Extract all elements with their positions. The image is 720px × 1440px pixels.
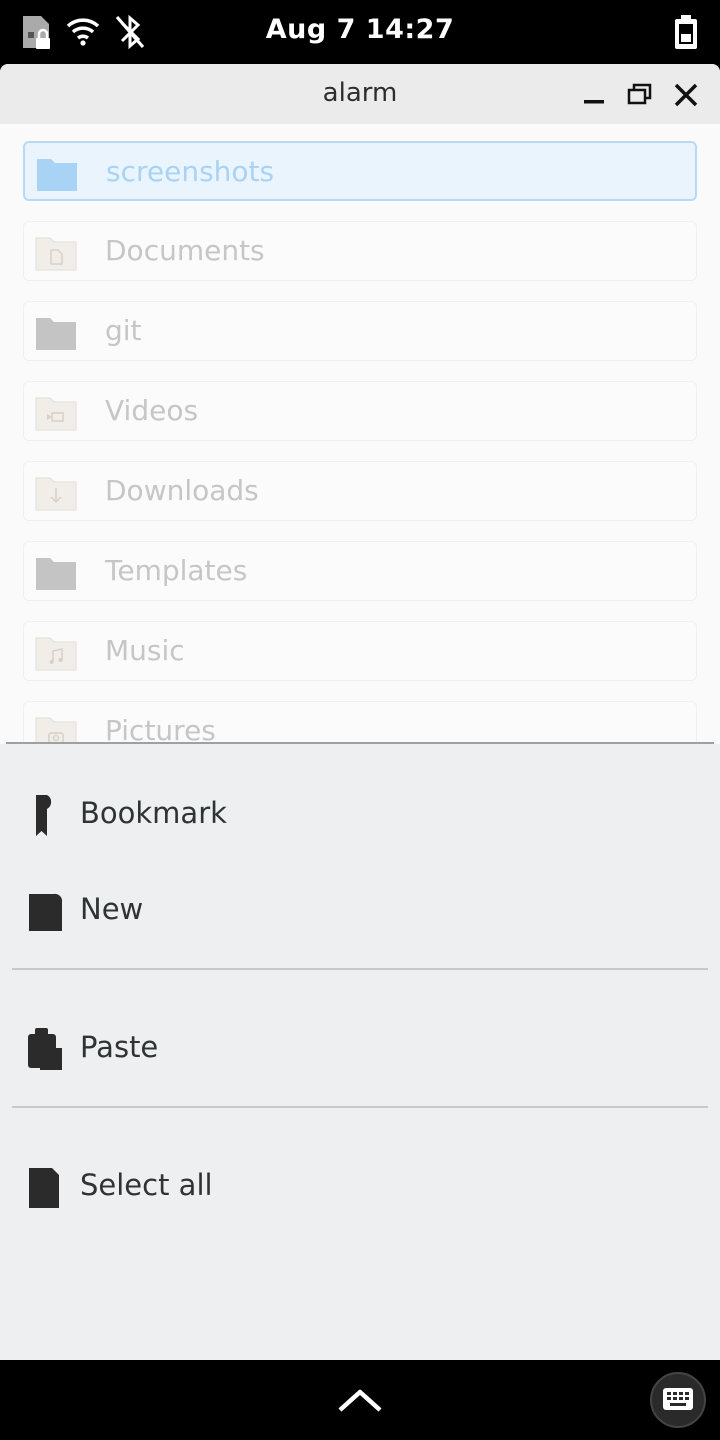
folder-label: screenshots bbox=[106, 155, 275, 188]
menu-separator bbox=[12, 968, 708, 970]
folder-icon bbox=[35, 153, 79, 193]
list-item-videos[interactable]: Videos bbox=[23, 381, 697, 441]
minimize-icon[interactable] bbox=[579, 80, 609, 110]
menu-item-paste[interactable]: Paste bbox=[0, 1008, 720, 1088]
folder-icon bbox=[34, 552, 78, 592]
list-item-pictures[interactable]: Pictures bbox=[23, 701, 697, 742]
keyboard-icon bbox=[662, 1386, 694, 1418]
folder-download-icon bbox=[34, 472, 78, 512]
menu-item-new[interactable]: New bbox=[0, 870, 720, 950]
menu-separator bbox=[12, 1106, 708, 1108]
file-chooser-window: alarm screenshots Documents git Videos D… bbox=[0, 64, 720, 1360]
menu-item-label: Select all bbox=[80, 1168, 213, 1202]
select-all-icon bbox=[26, 1164, 66, 1210]
folder-label: Music bbox=[105, 634, 185, 667]
clock: Aug 7 14:27 bbox=[265, 14, 455, 45]
folder-documents-icon bbox=[34, 232, 78, 272]
folder-videos-icon bbox=[34, 392, 78, 432]
folder-label: Pictures bbox=[105, 714, 216, 742]
list-item-screenshots[interactable]: screenshots bbox=[23, 141, 697, 201]
bottom-bar bbox=[0, 1360, 720, 1440]
menu-item-select-all[interactable]: Select all bbox=[0, 1146, 720, 1226]
list-item-music[interactable]: Music bbox=[23, 621, 697, 681]
menu-item-label: New bbox=[80, 892, 144, 926]
menu-item-bookmark[interactable]: Bookmark bbox=[0, 774, 720, 854]
folder-icon bbox=[34, 312, 78, 352]
title-bar: alarm bbox=[0, 64, 720, 124]
folder-pictures-icon bbox=[34, 712, 78, 742]
menu-item-label: Paste bbox=[80, 1030, 159, 1064]
maximize-icon[interactable] bbox=[625, 80, 655, 110]
list-item-downloads[interactable]: Downloads bbox=[23, 461, 697, 521]
paste-icon bbox=[26, 1026, 66, 1072]
context-menu: Bookmark New Paste Select all bbox=[0, 744, 720, 1360]
list-item-templates[interactable]: Templates bbox=[23, 541, 697, 601]
close-icon[interactable] bbox=[671, 80, 701, 110]
list-item-documents[interactable]: Documents bbox=[23, 221, 697, 281]
folder-music-icon bbox=[34, 632, 78, 672]
folder-label: Downloads bbox=[105, 474, 259, 507]
folder-label: git bbox=[105, 314, 142, 347]
bookmark-icon bbox=[26, 792, 66, 838]
list-item-git[interactable]: git bbox=[23, 301, 697, 361]
window-title: alarm bbox=[322, 78, 398, 108]
folder-label: Videos bbox=[105, 394, 199, 427]
new-document-icon bbox=[26, 888, 66, 934]
keyboard-toggle-button[interactable] bbox=[650, 1372, 706, 1428]
battery-icon bbox=[672, 14, 700, 54]
status-bar: Aug 7 14:27 bbox=[0, 0, 720, 64]
folder-list: screenshots Documents git Videos Downloa… bbox=[0, 124, 720, 742]
chevron-up-icon[interactable] bbox=[336, 1382, 384, 1418]
menu-item-label: Bookmark bbox=[80, 796, 227, 830]
folder-label: Templates bbox=[105, 554, 248, 587]
folder-label: Documents bbox=[105, 234, 265, 267]
